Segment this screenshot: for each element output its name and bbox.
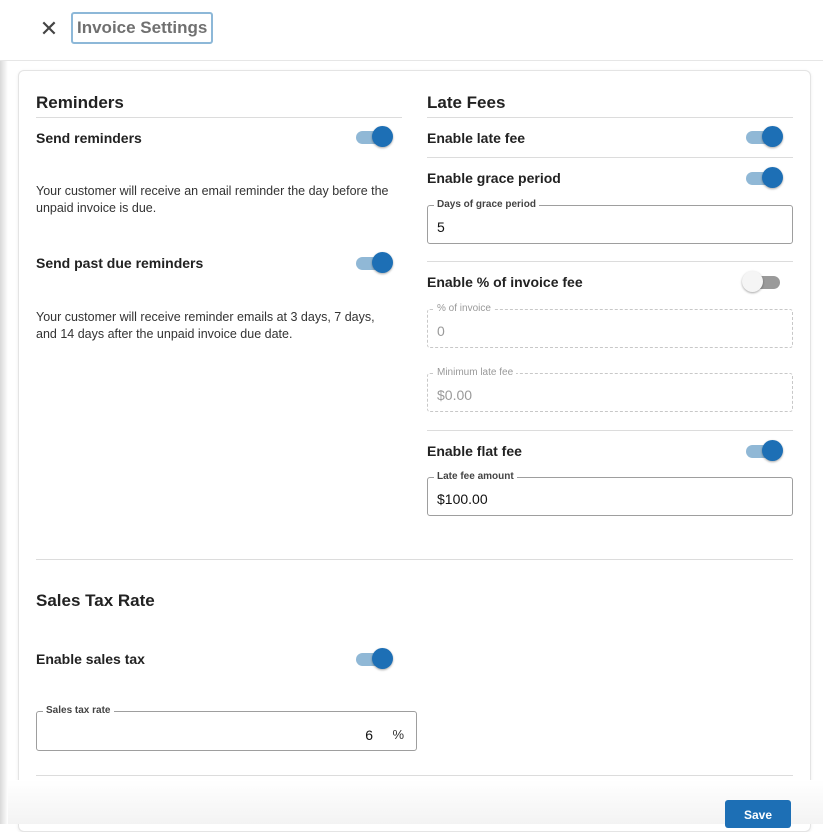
- late-fees-divider: [427, 117, 793, 118]
- dialog-footer: [8, 780, 823, 824]
- enable-percent-fee-label: Enable % of invoice fee: [427, 274, 583, 290]
- settings-panel: Reminders Send reminders Your customer w…: [18, 70, 811, 832]
- bottom-divider: [36, 775, 793, 776]
- enable-sales-tax-toggle[interactable]: [354, 648, 393, 670]
- send-reminders-toggle[interactable]: [354, 126, 393, 148]
- section-divider: [36, 559, 793, 560]
- enable-late-fee-toggle[interactable]: [744, 126, 783, 148]
- reminders-divider: [36, 117, 402, 118]
- late-fee-divider: [427, 157, 793, 158]
- percent-unit: %: [392, 727, 404, 742]
- minimum-late-fee-label: Minimum late fee: [434, 367, 517, 378]
- dialog-edge-shadow: [0, 0, 8, 824]
- send-reminders-label: Send reminders: [36, 130, 142, 146]
- percent-fee-divider: [427, 430, 793, 431]
- send-past-due-toggle[interactable]: [354, 252, 393, 274]
- percent-of-invoice-field[interactable]: % of invoice 0: [427, 303, 793, 348]
- grace-period-value[interactable]: 5: [437, 219, 445, 235]
- send-past-due-label: Send past due reminders: [36, 255, 204, 271]
- reminders-title: Reminders: [36, 93, 124, 112]
- enable-percent-fee-toggle[interactable]: [742, 271, 782, 293]
- grace-period-field[interactable]: Days of grace period 5: [427, 199, 793, 244]
- late-fee-amount-field[interactable]: Late fee amount $100.00: [427, 471, 793, 516]
- percent-of-invoice-value[interactable]: 0: [437, 323, 445, 339]
- late-fee-amount-label: Late fee amount: [434, 471, 517, 482]
- toggle-knob: [742, 271, 763, 292]
- enable-flat-fee-toggle[interactable]: [744, 440, 783, 462]
- sales-tax-rate-label: Sales tax rate: [43, 705, 114, 716]
- toggle-knob: [762, 440, 783, 461]
- enable-late-fee-label: Enable late fee: [427, 130, 526, 146]
- toggle-knob: [372, 252, 393, 273]
- percent-of-invoice-label: % of invoice: [434, 303, 494, 314]
- enable-grace-period-label: Enable grace period: [427, 170, 561, 186]
- toggle-knob: [372, 126, 393, 147]
- dialog: ✕ Invoice Settings Reminders Send remind…: [0, 0, 823, 832]
- late-fees-title: Late Fees: [427, 93, 506, 112]
- minimum-late-fee-field[interactable]: Minimum late fee $0.00: [427, 367, 793, 412]
- enable-grace-period-toggle[interactable]: [744, 167, 783, 189]
- dialog-header: ✕ Invoice Settings: [0, 0, 823, 61]
- send-past-due-description: Your customer will receive reminder emai…: [36, 310, 375, 341]
- page-title[interactable]: Invoice Settings: [71, 12, 214, 44]
- sales-tax-rate-field[interactable]: Sales tax rate 6 %: [36, 705, 417, 751]
- toggle-knob: [372, 648, 393, 669]
- enable-sales-tax-label: Enable sales tax: [36, 651, 145, 667]
- toggle-knob: [762, 167, 783, 188]
- send-reminders-description: Your customer will receive an email remi…: [36, 184, 389, 215]
- grace-period-field-label: Days of grace period: [434, 199, 539, 210]
- minimum-late-fee-value[interactable]: $0.00: [437, 387, 472, 403]
- close-icon[interactable]: ✕: [37, 17, 61, 41]
- late-fee-amount-value[interactable]: $100.00: [437, 491, 488, 507]
- sales-tax-rate-value[interactable]: 6: [365, 727, 373, 743]
- toggle-knob: [762, 126, 783, 147]
- grace-period-divider: [427, 261, 793, 262]
- enable-flat-fee-label: Enable flat fee: [427, 443, 522, 459]
- sales-tax-title: Sales Tax Rate: [36, 591, 155, 610]
